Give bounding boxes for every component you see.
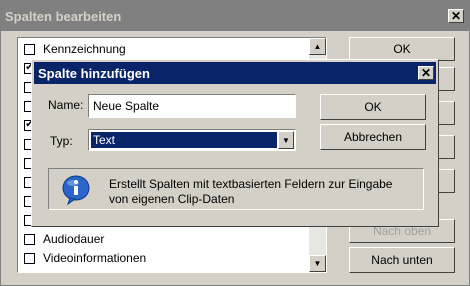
scroll-down-icon[interactable]: ▼ [309,255,326,272]
list-item[interactable]: Audiodauer [24,230,104,248]
type-select[interactable]: Text ▼ [88,129,296,151]
list-item[interactable]: Kennzeichnung [24,40,126,58]
outer-ok-button[interactable]: OK [349,37,455,61]
info-text: Erstellt Spalten mit textbasierten Felde… [109,177,409,207]
name-input[interactable]: Neue Spalte [88,94,296,118]
list-item[interactable]: Videoinformationen [24,249,146,267]
list-item-checkbox[interactable] [24,252,35,264]
outer-title: Spalten bearbeiten [5,8,122,24]
list-item-label: Kennzeichnung [43,42,126,56]
list-item-checkbox[interactable] [24,233,35,245]
outer-titlebar: Spalten bearbeiten ✕ [1,1,469,31]
type-label: Typ: [50,134,73,148]
chevron-down-icon[interactable]: ▼ [278,131,294,149]
info-panel: Erstellt Spalten mit textbasierten Felde… [48,168,424,210]
outer-close-button[interactable]: ✕ [448,9,464,23]
info-text-line-2: von eigenen Clip-Daten [109,192,235,206]
dialog-titlebar: Spalte hinzufügen [34,62,436,84]
dialog-ok-button[interactable]: OK [320,94,426,120]
list-item-label: Audiodauer [43,232,105,246]
info-icon [62,175,90,205]
move-down-button[interactable]: Nach unten [349,247,455,273]
scroll-up-icon[interactable]: ▲ [309,38,326,55]
add-column-dialog: Spalte hinzufügen ✕ Name: Neue Spalte Ty… [31,59,439,227]
dialog-title: Spalte hinzufügen [38,65,150,81]
name-label: Name: [48,98,84,112]
list-item-label: Videoinformationen [43,251,147,265]
list-item-checkbox[interactable] [24,43,35,55]
edit-columns-window: Spalten bearbeiten ✕ ▲ ▼ Kennzeichnung ✔ ✔… [0,0,470,286]
dialog-close-button[interactable]: ✕ [418,66,434,80]
type-select-value: Text [91,132,277,148]
dialog-cancel-button[interactable]: Abbrechen [320,124,426,150]
info-text-line-1: Erstellt Spalten mit textbasierten Felde… [109,177,393,191]
